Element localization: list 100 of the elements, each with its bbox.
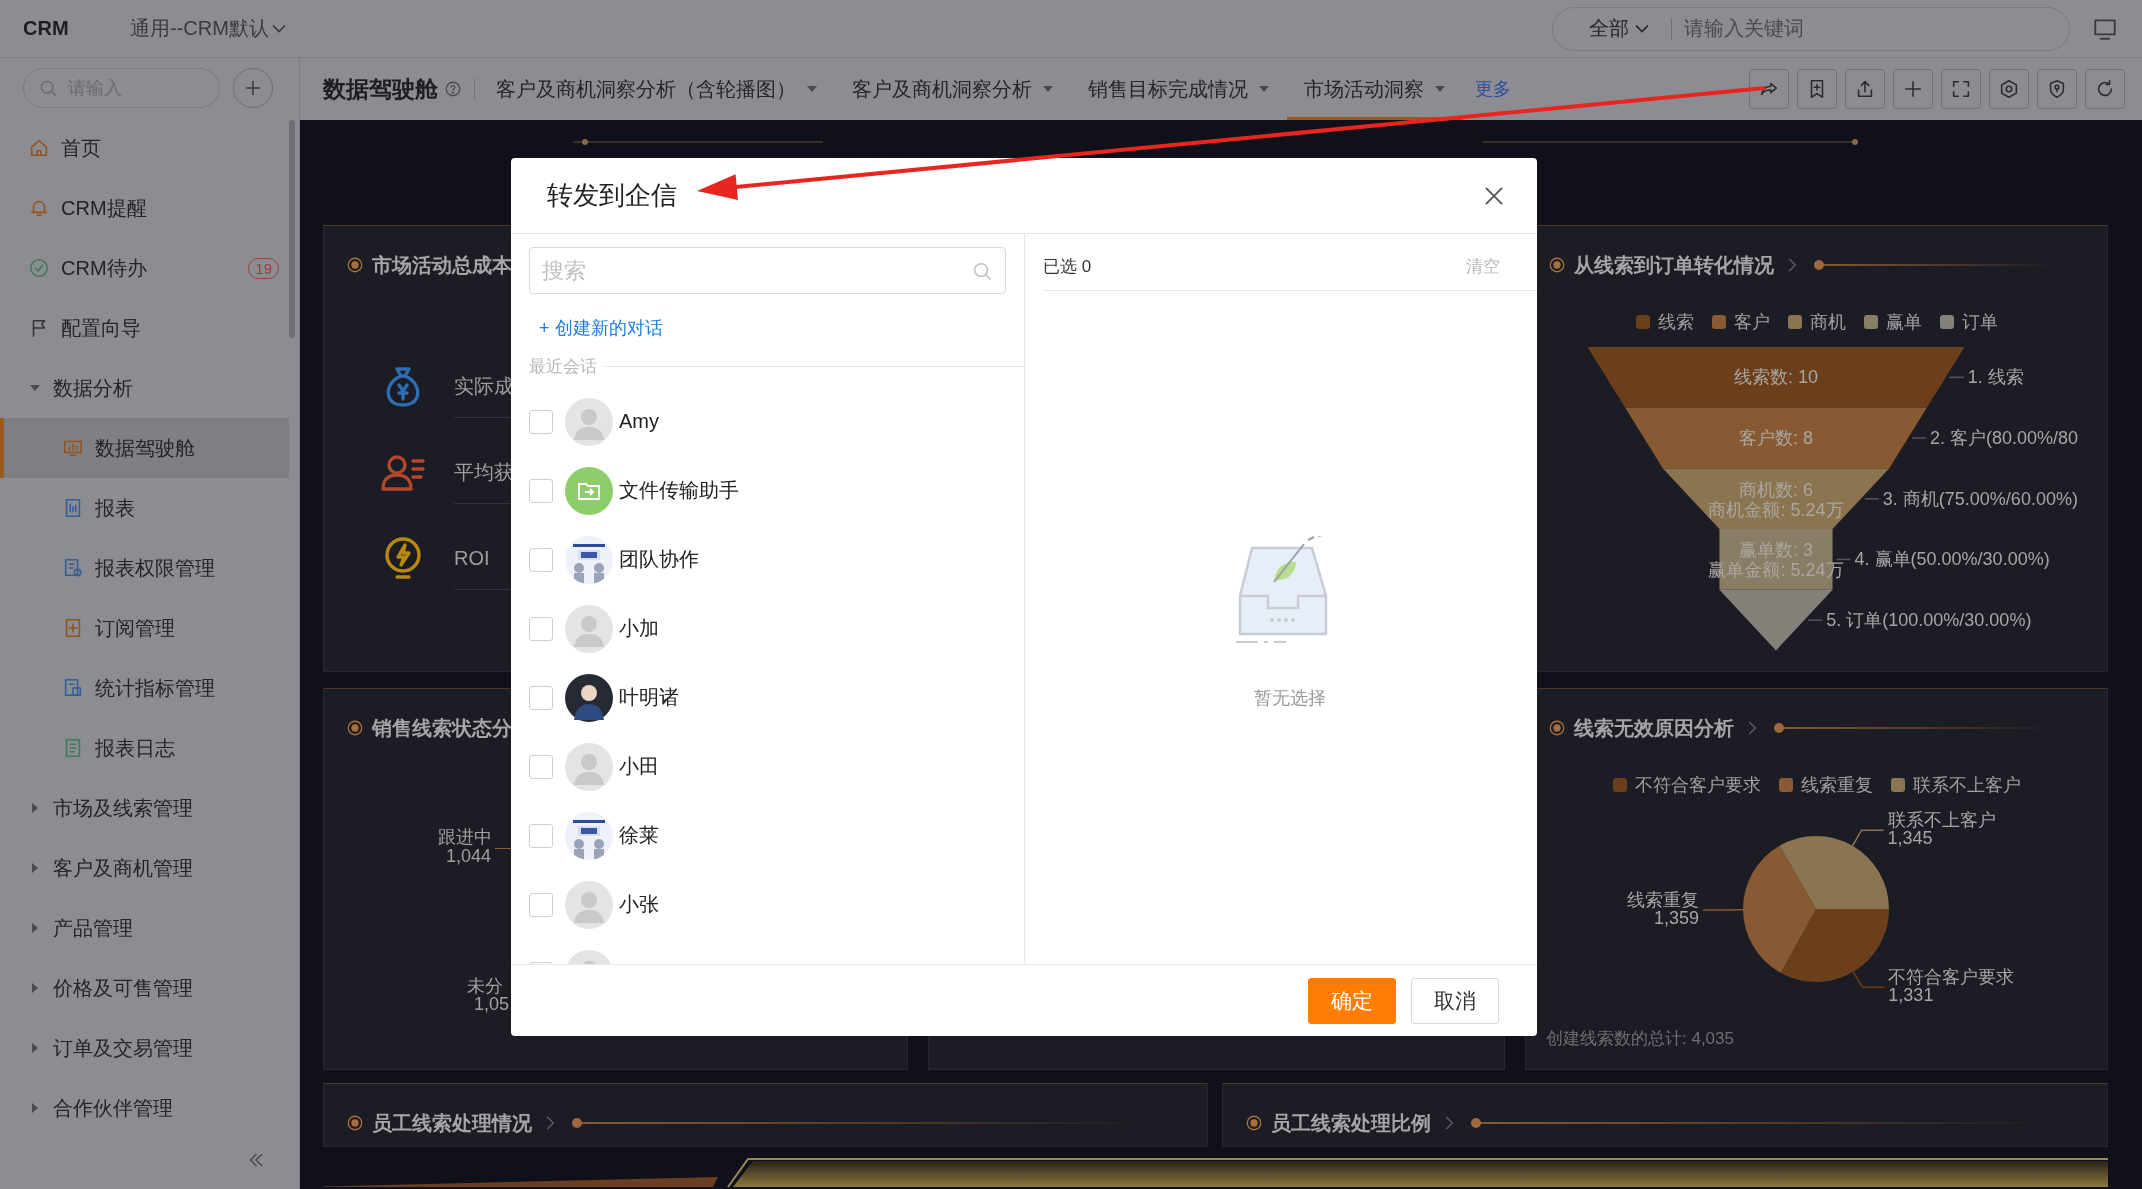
section-label: 最近会话 [529,356,597,378]
sidebar-item[interactable]: 订阅管理 [0,598,290,658]
avatar-icon [565,673,613,722]
contact-name[interactable]: 文件传输助手 [619,477,739,504]
card-title: 从线索到订单转化情况 [1574,252,1774,278]
sidebar-item[interactable]: 订单及交易管理 [0,1018,290,1078]
chevron-down-icon [271,24,286,33]
selected-count: 已选 0 [1043,255,1092,278]
scope-dropdown[interactable]: 全部 [1589,15,1649,42]
sidebar-item[interactable]: 配置向导 [0,298,290,358]
tab[interactable]: 客户及商机洞察分析（含轮播图） [479,58,835,120]
toolbar-button[interactable] [1797,69,1837,109]
target-icon [1548,256,1566,274]
sidebar-item[interactable]: 统计指标管理 [0,658,290,718]
page-title: 数据驾驶舱 [323,74,438,104]
leader-line [1948,376,1965,379]
sidebar-item[interactable]: 首页 [0,118,290,178]
target-icon [1548,719,1566,737]
funnel-label: 商机金额: 5.24万 [1708,499,1844,520]
sidebar-item[interactable]: 价格及可售管理 [0,958,290,1018]
chart-label: 跟进中 [438,827,492,847]
plus-icon [1902,78,1924,100]
checkbox[interactable] [529,409,553,434]
report-gear-icon [62,557,84,579]
sidebar-item[interactable]: 报表日志 [0,718,290,778]
toolbar-button[interactable] [1845,69,1885,109]
folder-avatar-icon [565,466,613,515]
contact-name[interactable]: 徐莱 [619,822,659,849]
more-link[interactable]: 更多 [1475,77,1511,101]
check-circle-icon [28,257,50,279]
funnel-stage-label: 1. 线索 [1967,367,2024,388]
toolbar-button[interactable] [1749,69,1789,109]
legend-label: 赢单 [1885,311,1922,334]
fullscreen-icon [1950,78,1972,100]
legend-label: 商机 [1809,311,1846,334]
sidebar-item[interactable]: CRM提醒 [0,178,290,238]
dialog-title: 转发到企信 [547,179,677,212]
contact-name[interactable]: 小张 [619,891,659,918]
workspace-dropdown[interactable]: 通用--CRM默认 [130,15,286,42]
document-chart-icon [62,677,84,699]
avatar-icon [565,397,613,446]
card-title: 市场活动总成本 [372,252,512,278]
toolbar-button[interactable] [1941,69,1981,109]
checkbox[interactable] [529,823,553,848]
target-icon [1245,1114,1263,1132]
funnel-label: 线索数: 10 [1734,367,1818,388]
cancel-button[interactable]: 取消 [1411,977,1499,1024]
checkbox[interactable] [529,547,553,572]
pie-label: 联系不上客户 [1887,810,1996,831]
legend-label: 订单 [1961,311,1998,334]
confirm-button[interactable]: 确定 [1308,977,1396,1024]
search-icon [38,78,58,98]
sidebar-item[interactable]: 合作伙伴管理 [0,1078,290,1138]
metric-label: ROI [454,547,490,570]
sidebar-item[interactable]: CRM待办 19 [0,238,290,298]
legend-label: 联系不上客户 [1912,774,2021,797]
leader-line [1851,829,1885,847]
funnel-stage-label: 3. 商机(75.00%/60.00%) [1882,488,2078,509]
pie-value: 1,359 [1653,908,1699,928]
chart-label: 未分 [467,976,503,996]
contact-name[interactable]: 团队协作 [619,546,699,573]
contact-name[interactable]: Amy [619,410,659,433]
contact-name[interactable]: 小加 [619,615,659,642]
sidebar-item[interactable]: 产品管理 [0,898,290,958]
tab[interactable]: 客户及商机洞察分析 [835,58,1071,120]
leader-line [1864,498,1880,500]
tab[interactable]: 销售目标完成情况 [1071,58,1287,120]
funnel-stage-label: 2. 客户(80.00%/80 [1929,428,2079,449]
scrollbar[interactable] [289,120,296,338]
leader-line [1852,971,1886,989]
funnel-label: 商机数: 6 [1739,479,1813,500]
legend-label: 线索 [1657,311,1694,334]
sidebar-item[interactable]: 市场及线索管理 [0,778,290,838]
card-title: 员工线索处理比例 [1271,1110,1431,1136]
funnel-stage-label: 5. 订单(100.00%/30.00%) [1826,610,2032,631]
sidebar-item[interactable]: 客户及商机管理 [0,838,290,898]
contact-name[interactable]: 小田 [619,753,659,780]
checkbox[interactable] [529,616,553,641]
avatar-icon [565,880,613,929]
app-logo-text: CRM [23,17,70,40]
contact-name[interactable]: 叶明诸 [619,684,679,711]
checkbox[interactable] [529,478,553,503]
checkbox[interactable] [529,685,553,710]
sidebar-item[interactable]: 数据驾驶舱 [0,418,290,478]
card-title: 员工线索处理情况 [372,1110,532,1136]
create-conversation-link[interactable]: + 创建新的对话 [539,316,663,340]
checkbox[interactable] [529,892,553,917]
sidebar-item[interactable]: 数据分析 [0,358,290,418]
checkbox[interactable] [529,754,553,779]
pie-label: 不符合客户要求 [1888,967,2015,988]
sidebar-item[interactable]: 报表权限管理 [0,538,290,598]
sidebar-item[interactable]: 报表 [0,478,290,538]
leader-line [1911,437,1927,439]
chevron-down-icon [1635,24,1649,33]
card-title: 线索无效原因分析 [1574,715,1734,741]
toolbar-button[interactable] [2037,69,2077,109]
legend-label: 不符合客户要求 [1634,774,1761,797]
toolbar-button[interactable] [1989,69,2029,109]
toolbar-button[interactable] [1893,69,1933,109]
toolbar-button[interactable] [2085,69,2125,109]
